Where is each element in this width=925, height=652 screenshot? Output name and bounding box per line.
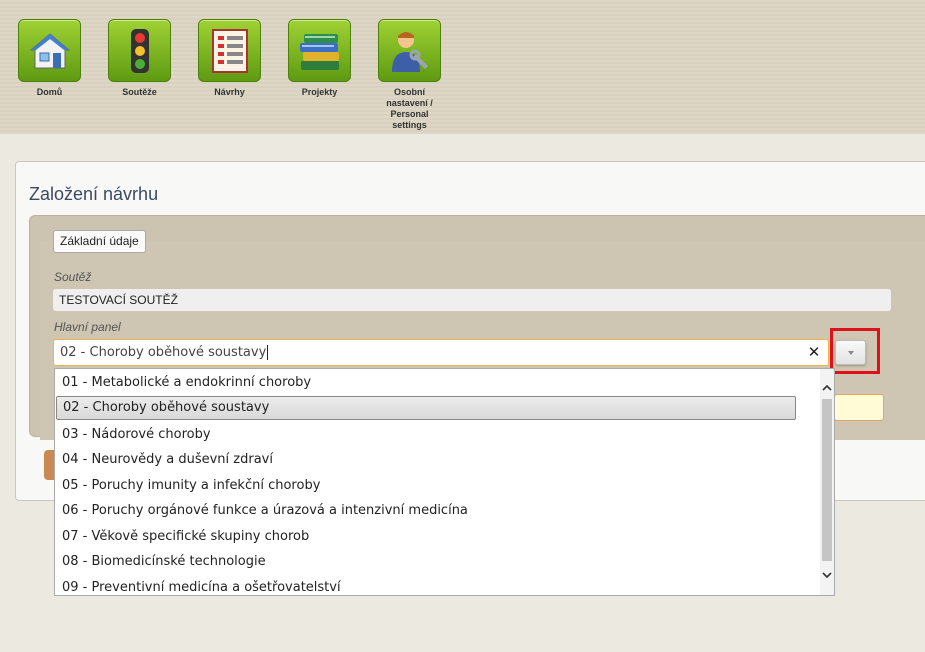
nav-tile[interactable] — [198, 19, 261, 82]
nav-label: Projekty — [301, 87, 338, 97]
document-list-icon — [211, 28, 248, 73]
main-panel-combobox[interactable]: 02 - Choroby oběhové soustavy ✕ — [53, 339, 829, 366]
dropdown-option[interactable]: 08 - Biomedicínské technologie — [55, 550, 266, 574]
nav-item-personal-settings[interactable]: Osobní nastavení / Personal settings — [378, 19, 441, 131]
dropdown-option[interactable]: 05 - Poruchy imunity a infekční choroby — [55, 474, 320, 498]
nav-label: Domů — [36, 87, 63, 97]
scroll-thumb[interactable] — [822, 399, 832, 561]
dropdown-option[interactable]: 03 - Nádorové choroby — [55, 423, 211, 447]
main-panel-input[interactable]: 02 - Choroby oběhové soustavy — [60, 340, 269, 365]
nav-item-projects[interactable]: Projekty — [288, 19, 351, 131]
nav-item-competitions[interactable]: Soutěže — [108, 19, 171, 131]
nav-item-home[interactable]: Domů — [18, 19, 81, 131]
combo-value: 02 - Choroby oběhové soustavy — [60, 345, 267, 360]
nav-tile[interactable] — [288, 19, 351, 82]
nav-tile[interactable] — [378, 19, 441, 82]
fieldset-legend: Základní údaje — [53, 230, 146, 253]
scroll-up-icon[interactable] — [820, 379, 834, 395]
dropdown-option[interactable]: 06 - Poruchy orgánové funkce a úrazová a… — [55, 499, 468, 523]
clear-icon[interactable]: ✕ — [804, 342, 824, 363]
dropdown-scrollbar[interactable] — [820, 369, 834, 595]
main-navigation: Domů Soutěže Návrhy Projekty Osobní nast… — [18, 19, 468, 131]
books-icon — [299, 33, 339, 70]
dropdown-option[interactable]: 09 - Preventivní medicína a ošetřovatels… — [55, 576, 341, 595]
nav-label: Osobní nastavení / Personal settings — [386, 87, 433, 130]
page-title: Založení návrhu — [29, 184, 159, 204]
competition-value: TESTOVACÍ SOUTĚŽ — [53, 289, 891, 311]
top-banner: Domů Soutěže Návrhy Projekty Osobní nast… — [0, 0, 925, 134]
text-caret — [267, 345, 269, 360]
nav-label: Soutěže — [122, 87, 157, 97]
highlight-annotation — [830, 328, 880, 374]
user-wrench-icon — [391, 31, 428, 72]
dropdown-option-selected[interactable]: 02 - Choroby oběhové soustavy — [56, 396, 796, 420]
dropdown-option[interactable]: 04 - Neurovědy a duševní zdraví — [55, 448, 273, 472]
main-panel-label: Hlavní panel — [54, 320, 121, 334]
dropdown-option[interactable]: 07 - Věkově specifické skupiny chorob — [55, 525, 309, 549]
traffic-light-icon — [130, 28, 149, 73]
competition-label: Soutěž — [54, 270, 92, 284]
dropdown-option[interactable]: 01 - Metabolické a endokrinní choroby — [55, 371, 311, 395]
nav-tile[interactable] — [108, 19, 171, 82]
nav-item-proposals[interactable]: Návrhy — [198, 19, 261, 131]
secondary-input[interactable] — [834, 394, 884, 421]
main-panel-dropdown-list: 01 - Metabolické a endokrinní choroby 02… — [54, 368, 835, 596]
nav-label: Návrhy — [214, 87, 245, 97]
house-icon — [29, 32, 70, 68]
scroll-down-icon[interactable] — [820, 567, 834, 583]
nav-tile[interactable] — [18, 19, 81, 82]
